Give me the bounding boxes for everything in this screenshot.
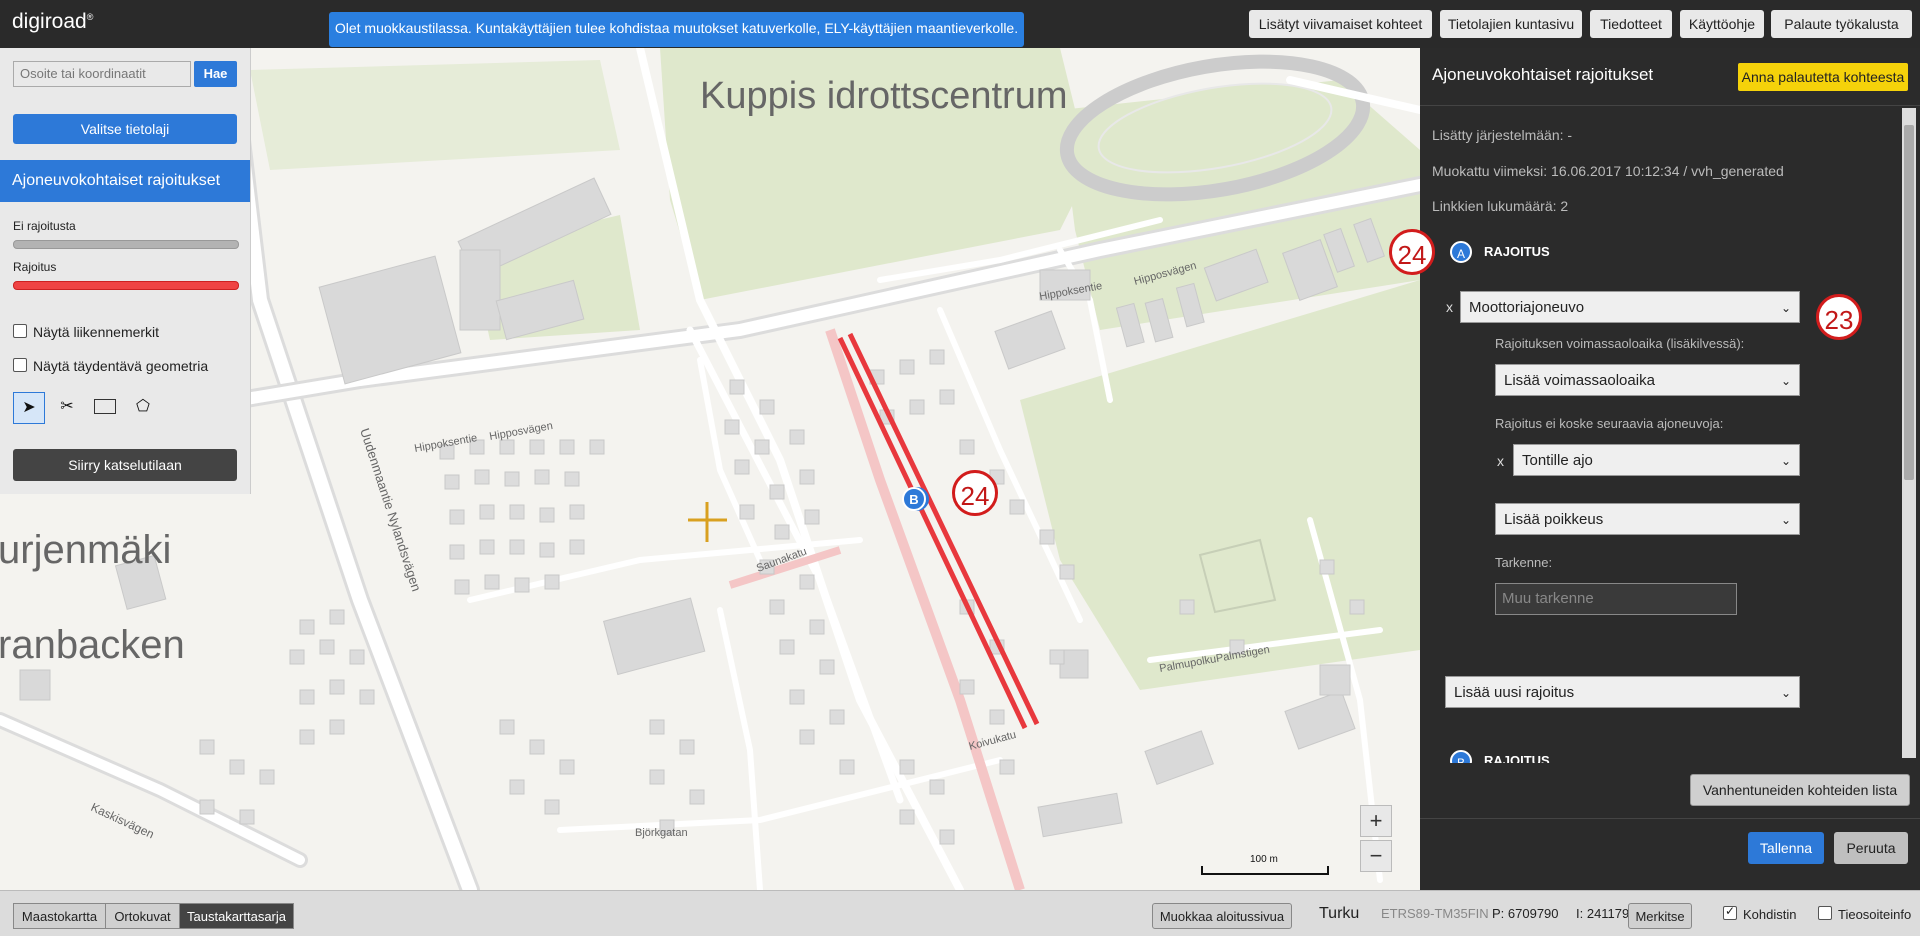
app-logo[interactable]: digiroad® [12,10,93,34]
edit-start-page-button[interactable]: Muokkaa aloitussivua [1152,903,1292,929]
cut-tool-icon[interactable]: ✂ [52,392,82,422]
tieosoiteinfo-toggle[interactable]: Tieosoiteinfo [1818,906,1911,922]
nav-tool-feedback[interactable]: Palaute työkalusta [1771,10,1912,38]
annotation-24-map: 24 [952,470,998,516]
p-coordinate: P: 6709790 [1492,906,1559,921]
footer-divider [1420,818,1920,819]
active-layer-title: Ajoneuvokohtaiset rajoitukset [0,160,250,202]
validity-select[interactable]: Lisää voimassaoloaika ⌄ [1495,364,1800,396]
exception-label: Rajoitus ei koske seuraavia ajoneuvoja: [1495,416,1724,431]
crs-label: ETRS89-TM35FIN [1381,906,1489,921]
exception-vehicle-select[interactable]: Tontille ajo ⌄ [1513,444,1800,476]
i-coordinate: I: 241179 [1576,906,1630,921]
legend-label-restriction: Rajoitus [13,260,57,274]
show-complementary-geometry-checkbox[interactable] [13,358,27,372]
map-crosshair [688,502,727,542]
zoom-out-button[interactable]: − [1360,840,1392,872]
scale-bar [1201,866,1329,875]
vehicle-type-select[interactable]: Moottoriajoneuvo ⌄ [1460,291,1800,323]
basemap-ortho[interactable]: Ortokuvat [105,903,180,929]
feature-feedback-button[interactable]: Anna palautetta kohteesta [1738,63,1908,91]
remove-exception-x[interactable]: x [1497,453,1504,469]
show-traffic-signs-row[interactable]: Näytä liikennemerkit [13,324,159,340]
legend-bar-no-restriction [13,240,239,249]
section-a-icon: A [1450,241,1472,263]
marker-b[interactable]: B [902,487,926,511]
basemap-background[interactable]: Taustakarttasarja [179,903,294,929]
search-button[interactable]: Hae [194,61,237,87]
nav-added-linear-features[interactable]: Lisätyt viivamaiset kohteet [1249,10,1432,38]
label-kaskisvagen: Kaskisvägen [89,800,157,841]
specifier-label: Tarkenne: [1495,555,1553,570]
polygon-tool-icon[interactable]: ⬠ [128,392,158,422]
annotation-24-panel: 24 [1389,229,1435,275]
link-count-info: Linkkien lukumäärä: 2 [1432,198,1569,214]
expired-features-list-button[interactable]: Vanhentuneiden kohteiden lista [1690,774,1910,806]
label-kuppis: Kuppis idrottscentrum [700,75,1068,117]
nav-user-guide[interactable]: Käyttöohje [1680,10,1764,38]
cancel-button[interactable]: Peruuta [1834,832,1908,864]
remove-vehicle-x[interactable]: x [1446,299,1453,315]
kohdistin-checkbox[interactable]: ✓ [1723,904,1737,920]
annotation-23: 23 [1816,294,1862,340]
kohdistin-label: Kohdistin [1743,907,1797,922]
show-traffic-signs-label: Näytä liikennemerkit [33,324,160,340]
tieosoiteinfo-checkbox[interactable] [1818,906,1832,920]
rectangle-tool-icon[interactable] [90,392,120,422]
kohdistin-toggle[interactable]: ✓ Kohdistin [1723,904,1797,922]
label-bjorkgatan: Björkgatan [635,827,688,839]
show-traffic-signs-checkbox[interactable] [13,324,27,338]
label-kurjenmaki: urjenmäki [0,528,171,572]
legend-label-no-restriction: Ei rajoitusta [13,219,76,233]
switch-to-view-mode-button[interactable]: Siirry katselutilaan [13,449,237,481]
select-tool-icon[interactable]: ➤ [13,392,45,424]
section-a-heading: RAJOITUS [1484,244,1550,259]
restriction-line-1[interactable] [837,336,1028,730]
scale-label: 100 m [1250,854,1278,865]
save-button[interactable]: Tallenna [1748,832,1824,864]
search-input[interactable]: Osoite tai koordinaatit [13,61,191,87]
basemap-terrain[interactable]: Maastokartta [13,903,106,929]
tieosoiteinfo-label: Tieosoiteinfo [1838,907,1912,922]
show-complementary-geometry-label: Näytä täydentävä geometria [33,358,209,374]
label-branbacken: ranbacken [0,623,185,667]
validity-label: Rajoituksen voimassaoloaika (lisäkilvess… [1495,336,1745,351]
nav-municipality-page[interactable]: Tietolajien kuntasivu [1440,10,1582,38]
right-panel-scroll-thumb[interactable] [1904,125,1914,480]
edit-mode-notice: Olet muokkaustilassa. Kuntakäyttäjien tu… [329,12,1024,47]
modified-info: Muokattu viimeksi: 16.06.2017 10:12:34 /… [1432,163,1784,179]
select-layer-button[interactable]: Valitse tietolaji [13,114,237,144]
zoom-in-button[interactable]: + [1360,805,1392,837]
legend-bar-restriction [13,281,239,290]
added-info: Lisätty järjestelmään: - [1432,127,1573,143]
mark-button[interactable]: Merkitse [1628,903,1692,929]
show-complementary-geometry-row[interactable]: Näytä täydentävä geometria [13,358,208,374]
municipality-name: Turku [1319,905,1360,922]
right-panel-title: Ajoneuvokohtaiset rajoitukset [1432,65,1654,84]
add-exception-select[interactable]: Lisää poikkeus ⌄ [1495,503,1800,535]
specifier-input[interactable]: Muu tarkenne [1495,583,1737,615]
add-restriction-select[interactable]: Lisää uusi rajoitus ⌄ [1445,676,1800,708]
nav-announcements[interactable]: Tiedotteet [1590,10,1672,38]
